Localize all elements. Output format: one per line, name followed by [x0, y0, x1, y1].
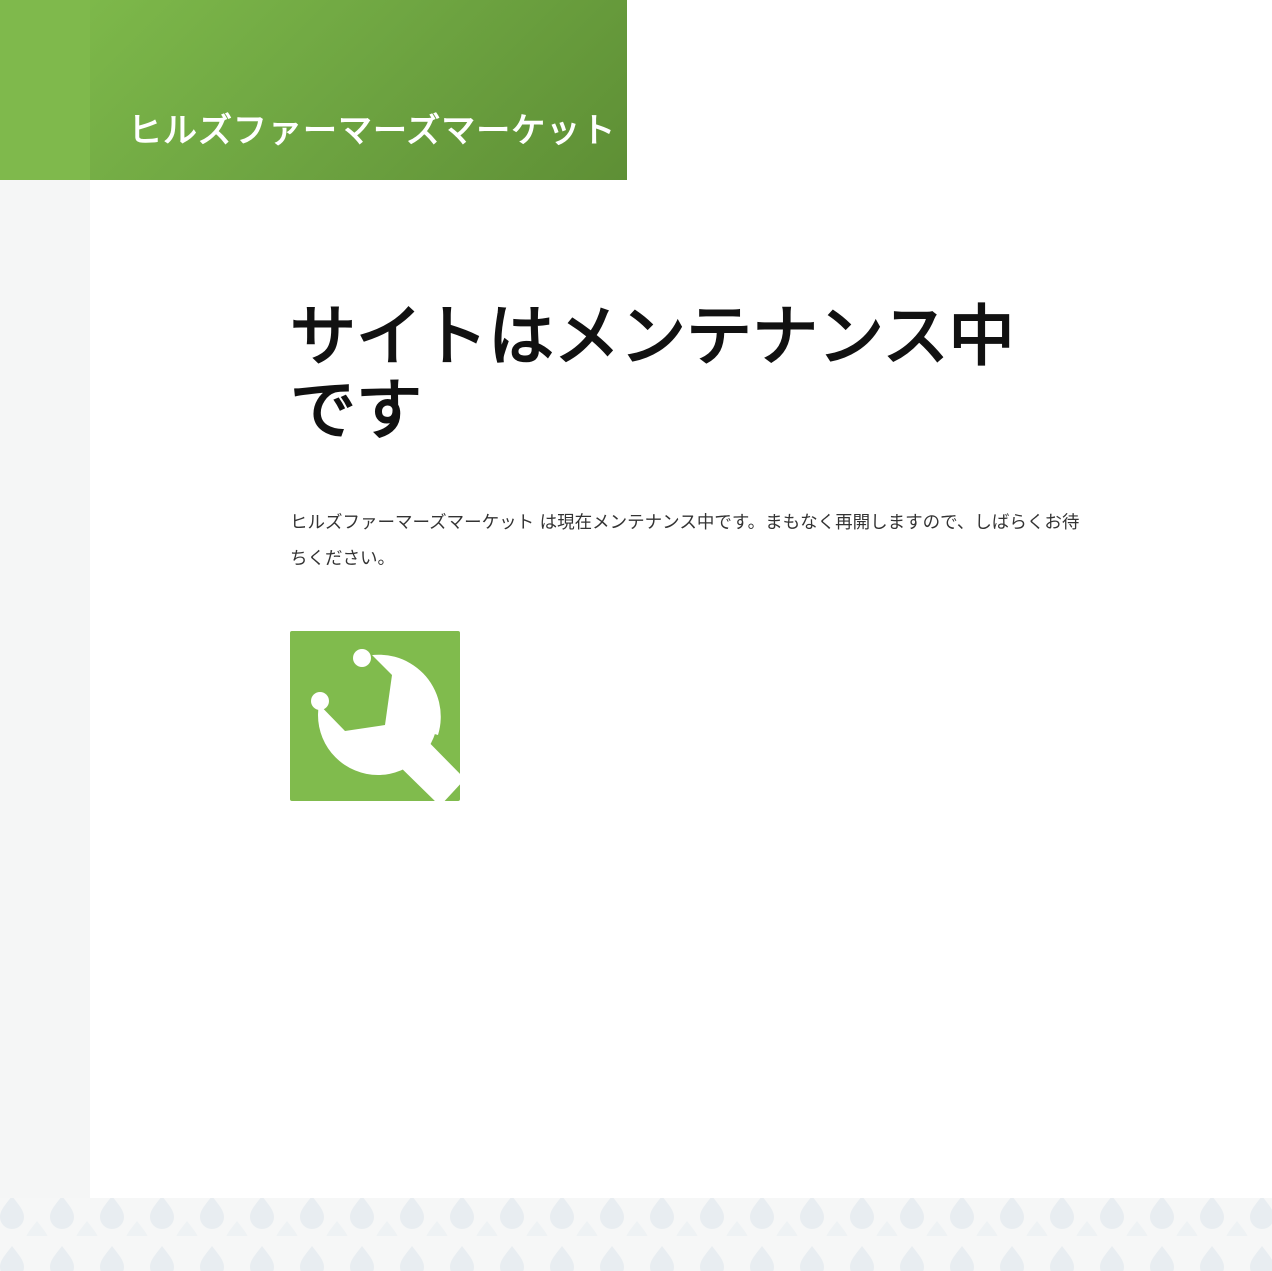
maintenance-page: ヒルズファーマーズマーケット サイトはメンテナンス中です ヒルズファーマーズマー…	[0, 0, 1272, 1271]
wrench-icon	[308, 637, 460, 801]
page-title: サイトはメンテナンス中です	[290, 298, 1015, 449]
site-title: ヒルズファーマーズマーケット	[128, 111, 617, 151]
droplet-icon	[0, 1198, 1272, 1271]
maintenance-illustration	[290, 631, 460, 801]
footer-pattern	[0, 1198, 1272, 1271]
site-header: ヒルズファーマーズマーケット	[90, 0, 627, 180]
left-rail-accent	[0, 0, 90, 180]
maintenance-message: ヒルズファーマーズマーケット は現在メンテナンス中です。まもなく再開しますので、…	[290, 513, 1080, 569]
